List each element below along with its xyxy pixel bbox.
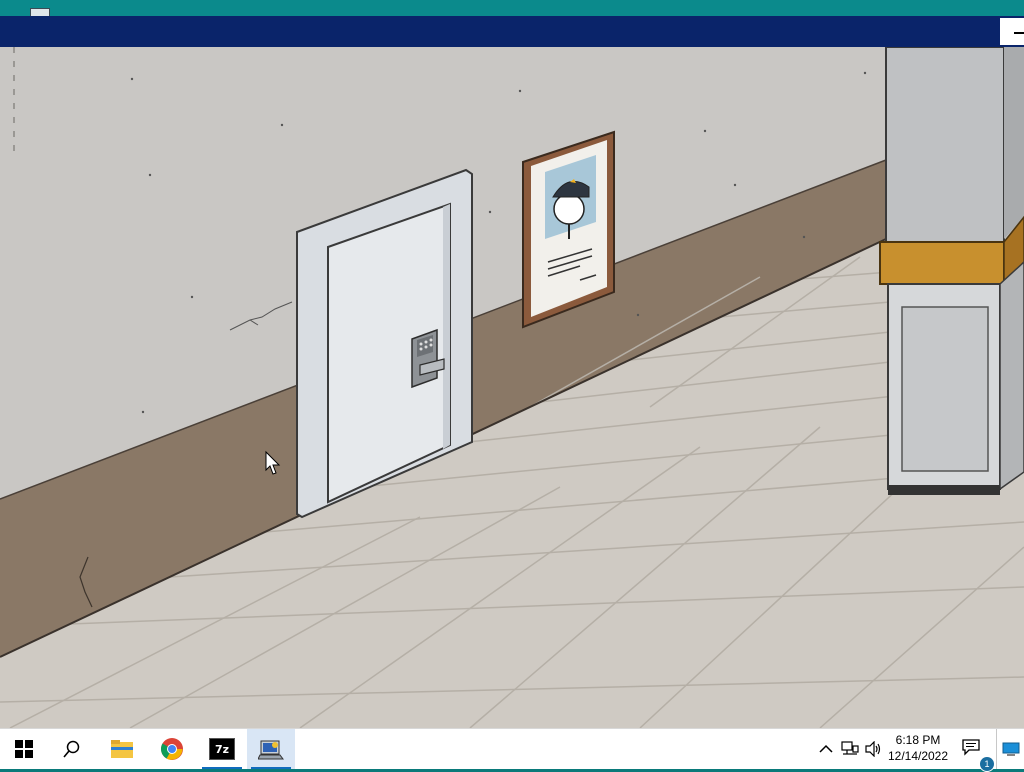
pillar xyxy=(879,47,1024,495)
running-indicator xyxy=(202,767,242,769)
monitor-icon xyxy=(1002,742,1020,756)
window-title-bar[interactable] xyxy=(0,16,1024,47)
action-center-button[interactable]: 1 xyxy=(952,729,995,772)
chrome-icon xyxy=(161,738,183,760)
7zip-icon: 7z xyxy=(209,738,235,760)
notification-count-badge: 1 xyxy=(979,756,995,772)
taskbar-app-file-explorer[interactable] xyxy=(98,729,146,769)
volume-icon xyxy=(865,741,881,757)
hallway-scene[interactable] xyxy=(0,47,1024,728)
taskbar-clock[interactable]: 6:18 PM 12/14/2022 xyxy=(886,729,950,769)
desktop-strip xyxy=(0,0,1024,17)
minimize-button[interactable] xyxy=(1000,18,1024,45)
taskbar-app-chrome[interactable] xyxy=(148,729,196,769)
search-button[interactable] xyxy=(48,729,96,769)
clock-date: 12/14/2022 xyxy=(887,749,949,763)
show-desktop-button[interactable] xyxy=(996,729,1024,769)
network-icon xyxy=(841,741,859,755)
taskbar: 7z 6:18 PM 12/14/2022 1 xyxy=(0,728,1024,772)
tray-volume[interactable] xyxy=(862,729,886,769)
windows-logo-icon xyxy=(15,740,33,758)
running-indicator xyxy=(251,767,291,769)
taskbar-app-game[interactable] xyxy=(247,729,295,769)
clock-time: 6:18 PM xyxy=(895,733,941,747)
chevron-up-icon xyxy=(819,744,833,753)
wanted-poster[interactable] xyxy=(522,130,615,329)
file-explorer-icon xyxy=(111,740,133,758)
tray-overflow-button[interactable] xyxy=(814,729,838,769)
start-button[interactable] xyxy=(0,729,48,769)
tray-network[interactable] xyxy=(838,729,862,769)
notification-icon xyxy=(962,739,980,756)
game-scene[interactable] xyxy=(0,47,1024,728)
pillar-trim xyxy=(879,241,1005,285)
taskbar-app-7zip[interactable]: 7z xyxy=(198,729,246,769)
search-icon xyxy=(63,740,80,758)
game-app-icon xyxy=(258,740,284,760)
poster-face xyxy=(553,193,585,225)
7zip-icon-label: 7z xyxy=(214,742,230,756)
